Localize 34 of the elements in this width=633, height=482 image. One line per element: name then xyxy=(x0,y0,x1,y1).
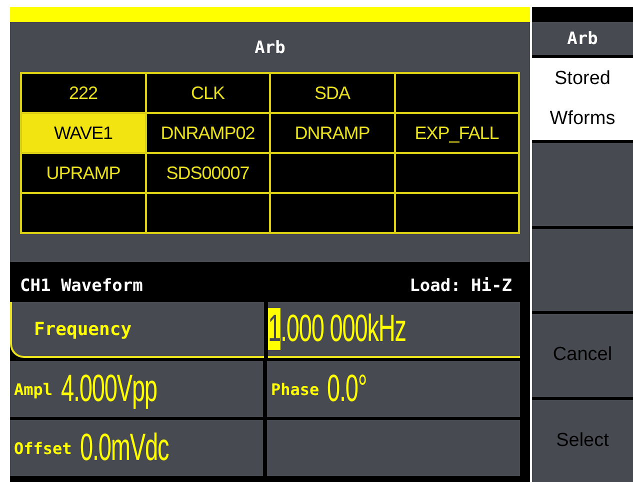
waveform-cell[interactable]: DNRAMP xyxy=(270,113,394,153)
parameter-field[interactable]: Frequency xyxy=(10,302,264,358)
parameter-label: Offset xyxy=(13,438,73,458)
waveform-cell[interactable] xyxy=(394,73,519,113)
parameter-field[interactable]: Ampl 4.000Vpp xyxy=(10,361,263,417)
value-readout: 4.000Vpp xyxy=(60,368,156,410)
parameter-field[interactable]: Phase 0.0° xyxy=(267,361,520,417)
waveform-cell[interactable] xyxy=(394,193,519,233)
waveform-cell[interactable] xyxy=(146,193,270,233)
menu-title: Arb xyxy=(532,22,633,55)
value-readout: 0.0mVdc xyxy=(80,426,168,470)
load-setting: Load: Hi-Z xyxy=(410,276,512,296)
value-field[interactable]: 1.000 000kHz xyxy=(268,302,520,358)
waveform-cell[interactable] xyxy=(270,193,394,233)
value-readout: 0.0° xyxy=(327,368,367,410)
waveform-cell[interactable]: UPRAMP xyxy=(21,153,146,193)
parameter-label: Frequency xyxy=(33,318,133,340)
parameter-label: Ampl xyxy=(13,380,54,398)
parameter-label: Phase xyxy=(270,380,320,398)
waveform-cell[interactable]: SDA xyxy=(270,73,394,113)
parameter-field[interactable]: Offset 0.0mVdc xyxy=(10,420,263,476)
waveform-cell[interactable]: WAVE1 xyxy=(21,113,146,153)
waveform-cell[interactable]: 222 xyxy=(21,73,146,113)
screen-title: Arb xyxy=(254,38,286,58)
value-readout: 1.000 000kHz xyxy=(268,308,406,350)
waveform-cell[interactable]: DNRAMP02 xyxy=(146,113,270,153)
waveform-cell[interactable]: EXP_FALL xyxy=(394,113,519,153)
waveform-cell[interactable] xyxy=(21,193,146,233)
channel-title: CH1 Waveform xyxy=(20,276,143,296)
waveform-cell[interactable] xyxy=(394,153,519,193)
waveform-cell[interactable]: SDS00007 xyxy=(146,153,270,193)
softkey[interactable]: Stored Wforms xyxy=(532,58,633,140)
waveform-cell[interactable]: CLK xyxy=(146,73,270,113)
waveform-cell[interactable] xyxy=(270,153,394,193)
